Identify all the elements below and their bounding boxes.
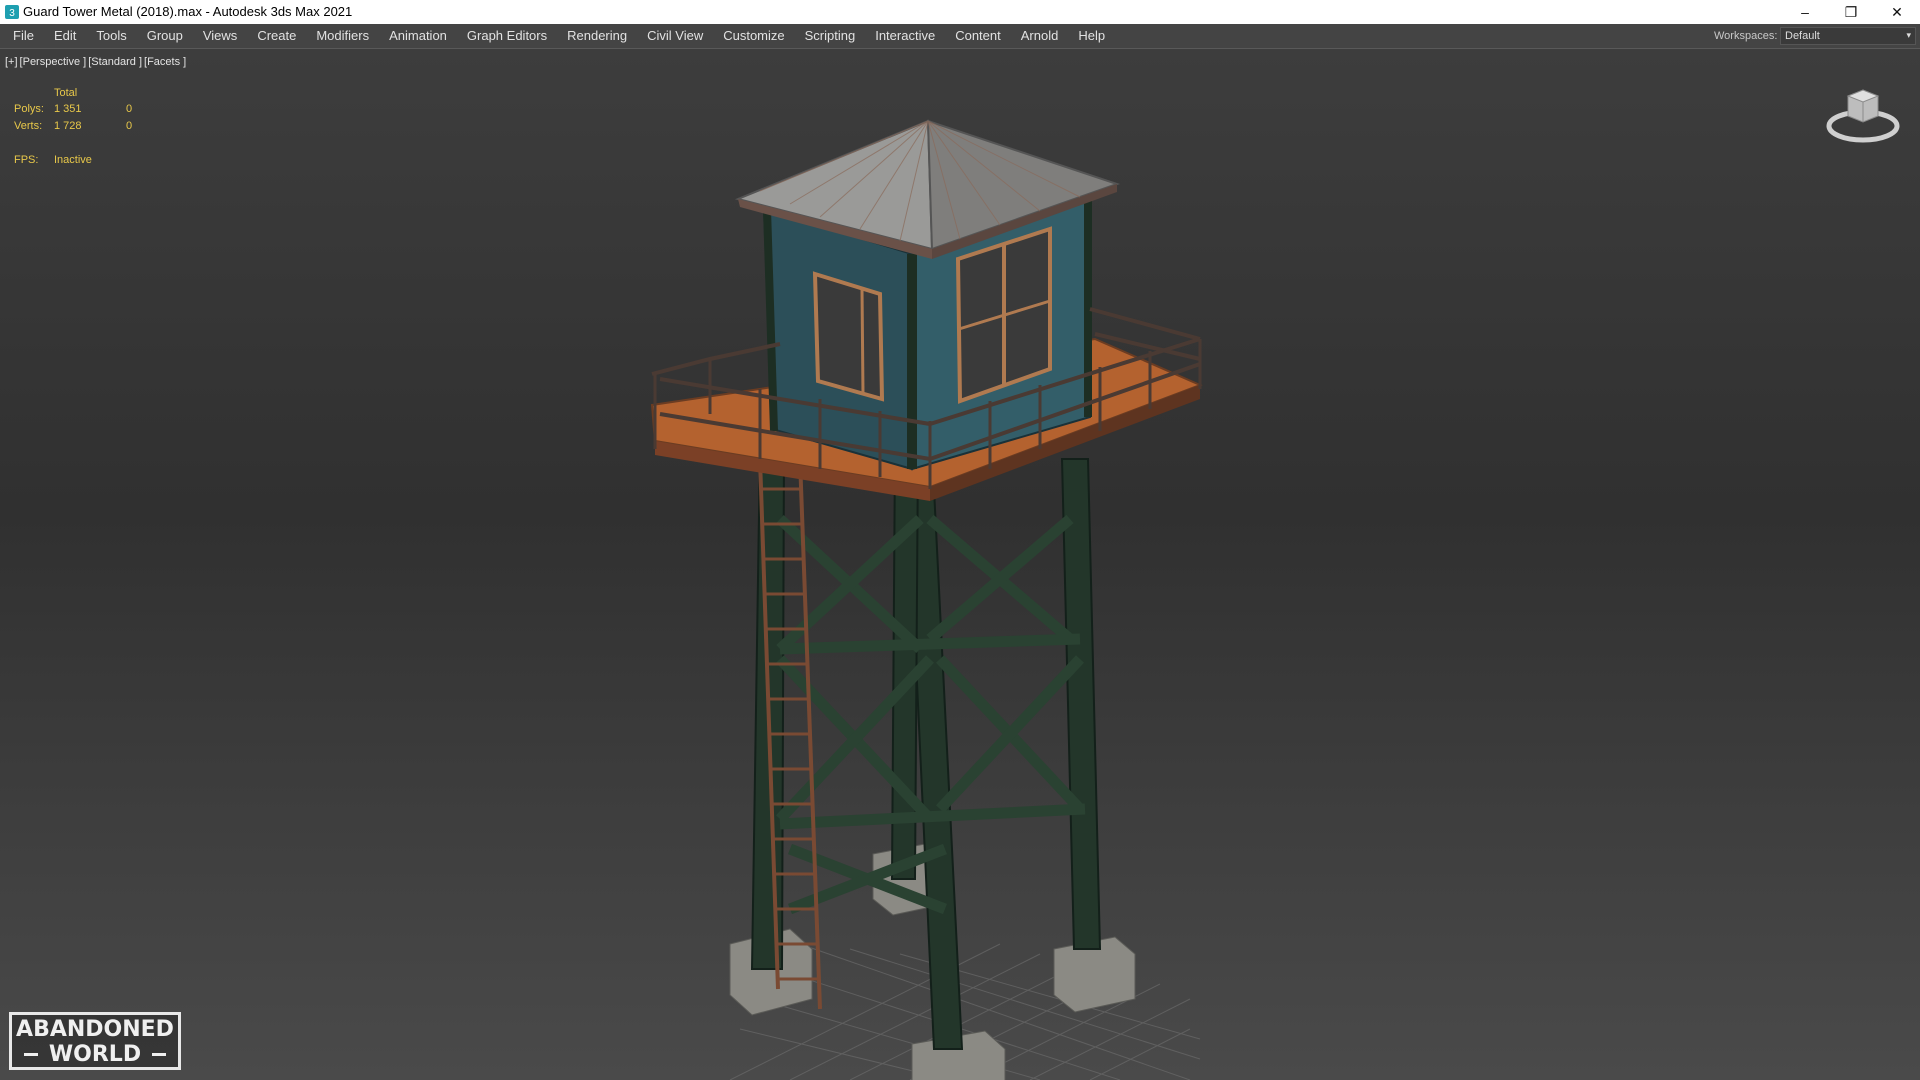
logo-dash-right: [152, 1053, 166, 1056]
viewport-facets-menu[interactable]: [Facets ]: [144, 56, 186, 68]
stats-verts-value: 1 728: [54, 120, 82, 132]
stats-fps-value: Inactive: [54, 154, 92, 166]
menu-modifiers[interactable]: Modifiers: [308, 24, 377, 48]
stats-verts-selected: 0: [126, 120, 133, 132]
menu-graph-editors[interactable]: Graph Editors: [459, 24, 555, 48]
viewport-plus-menu[interactable]: [+]: [5, 56, 18, 68]
menu-items: File Edit Tools Group Views Create Modifiers An…: [5, 24, 1117, 48]
viewport-shading-standard-menu[interactable]: [Standard ]: [88, 56, 142, 68]
menu-scripting[interactable]: Scripting: [797, 24, 864, 48]
menu-interactive[interactable]: Interactive: [867, 24, 943, 48]
title-bar: 3 Guard Tower Metal (2018).max - Autodes…: [0, 0, 1920, 24]
perspective-viewport[interactable]: [+] [Perspective ] [Standard ] [Facets ] To…: [0, 49, 1920, 1080]
menu-content[interactable]: Content: [947, 24, 1009, 48]
abandoned-world-logo: ABANDONED WORLD: [9, 1012, 181, 1070]
workspace-value: Default: [1785, 30, 1820, 42]
window-title: Guard Tower Metal (2018).max - Autodesk …: [23, 4, 353, 19]
menu-civil-view[interactable]: Civil View: [639, 24, 711, 48]
svg-text:3: 3: [9, 8, 15, 19]
menu-create[interactable]: Create: [249, 24, 304, 48]
menu-group[interactable]: Group: [139, 24, 191, 48]
minimize-button[interactable]: –: [1782, 0, 1828, 24]
menu-views[interactable]: Views: [195, 24, 245, 48]
stats-total-header: Total: [54, 87, 78, 99]
menu-bar: File Edit Tools Group Views Create Modifiers An…: [0, 24, 1920, 49]
viewport-label-menu[interactable]: [+] [Perspective ] [Standard ] [Facets ]: [5, 56, 188, 68]
workspaces-label: Workspaces:: [1714, 30, 1778, 42]
menu-rendering[interactable]: Rendering: [559, 24, 635, 48]
close-button[interactable]: ✕: [1874, 0, 1920, 24]
viewcube-icon[interactable]: [1826, 82, 1900, 146]
menu-customize[interactable]: Customize: [715, 24, 792, 48]
logo-line1: ABANDONED: [16, 1017, 174, 1042]
menu-tools[interactable]: Tools: [88, 24, 134, 48]
restore-button[interactable]: ❐: [1828, 0, 1874, 24]
menu-animation[interactable]: Animation: [381, 24, 455, 48]
menu-file[interactable]: File: [5, 24, 42, 48]
menu-help[interactable]: Help: [1070, 24, 1113, 48]
viewport-perspective-menu[interactable]: [Perspective ]: [20, 56, 87, 68]
logo-dash-left: [24, 1053, 38, 1056]
stats-verts-label: Verts:: [14, 120, 43, 132]
workspace-dropdown[interactable]: Default ▾: [1780, 27, 1916, 45]
chevron-down-icon: ▾: [1906, 30, 1911, 40]
menu-arnold[interactable]: Arnold: [1013, 24, 1067, 48]
stats-polys-value: 1 351: [54, 103, 82, 115]
stats-polys-label: Polys:: [14, 103, 44, 115]
app-3dsmax-icon: 3: [5, 5, 19, 19]
menu-edit[interactable]: Edit: [46, 24, 84, 48]
stats-polys-selected: 0: [126, 103, 133, 115]
guard-tower-model: [650, 119, 1203, 1080]
stats-fps-label: FPS:: [14, 154, 39, 166]
